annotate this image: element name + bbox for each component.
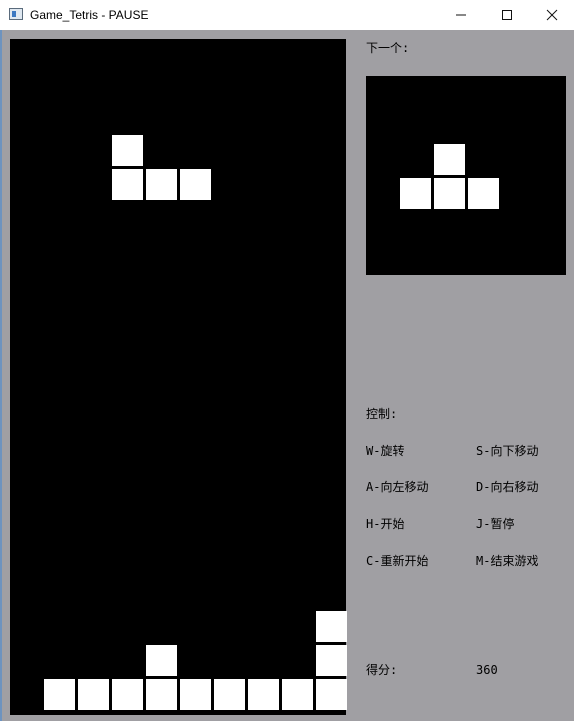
next-piece-label: 下一个: [366, 41, 410, 55]
stacked-block [146, 679, 177, 710]
control-move-down: S-向下移动 [476, 444, 539, 458]
control-start: H-开始 [366, 517, 405, 531]
next-piece-block [434, 144, 465, 175]
app-window-icon [9, 8, 23, 20]
falling-piece-block [112, 135, 143, 166]
control-move-right: D-向右移动 [476, 480, 539, 494]
next-piece-block [434, 178, 465, 209]
control-pause: J-暂停 [476, 517, 515, 531]
minimize-button[interactable] [438, 0, 484, 30]
next-piece-block [468, 178, 499, 209]
next-piece-block [400, 178, 431, 209]
stacked-block [316, 645, 347, 676]
stacked-block [78, 679, 109, 710]
score-value: 360 [476, 663, 498, 677]
stacked-block [146, 645, 177, 676]
stacked-block [316, 679, 347, 710]
falling-piece-block [180, 169, 211, 200]
control-exit: M-结束游戏 [476, 554, 539, 568]
window-left-border [0, 30, 2, 721]
stacked-block [214, 679, 245, 710]
control-restart: C-重新开始 [366, 554, 429, 568]
stacked-block [316, 611, 347, 642]
stacked-block [180, 679, 211, 710]
falling-piece-block [112, 169, 143, 200]
falling-piece-block [146, 169, 177, 200]
stacked-block [248, 679, 279, 710]
stacked-block [112, 679, 143, 710]
stacked-block [282, 679, 313, 710]
maximize-button[interactable] [484, 0, 530, 30]
controls-title: 控制: [366, 407, 398, 421]
stacked-block [44, 679, 75, 710]
control-move-left: A-向左移动 [366, 480, 429, 494]
next-piece-preview [366, 76, 566, 275]
control-rotate: W-旋转 [366, 444, 405, 458]
window-title: Game_Tetris - PAUSE [30, 8, 149, 22]
window-title-bar[interactable]: Game_Tetris - PAUSE [0, 0, 574, 30]
game-board[interactable] [10, 39, 347, 715]
close-icon [546, 9, 558, 21]
maximize-icon [502, 10, 512, 20]
score-label: 得分: [366, 663, 398, 677]
close-button[interactable] [529, 0, 574, 30]
minimize-icon [456, 10, 466, 20]
